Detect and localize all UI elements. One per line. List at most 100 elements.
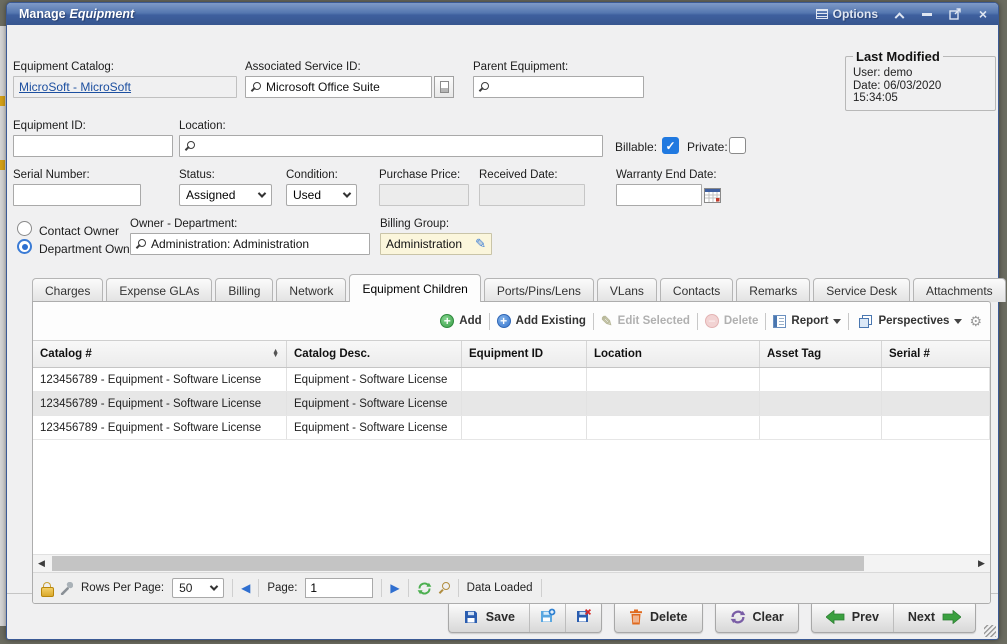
add-existing-button[interactable]: + Add Existing <box>497 314 586 328</box>
tab-equipment-children[interactable]: Equipment Children <box>349 274 480 302</box>
cell-location <box>587 368 760 391</box>
received-date-field <box>479 184 585 206</box>
serial-number-label: Serial Number: <box>13 169 90 181</box>
scrollbar-thumb[interactable] <box>52 556 864 571</box>
delete-row-button[interactable]: − Delete <box>705 314 759 328</box>
cell-location <box>587 392 760 415</box>
status-label: Status: <box>179 169 215 181</box>
chevron-down-icon <box>210 582 218 590</box>
column-header-catalog-desc[interactable]: Catalog Desc. <box>287 341 462 367</box>
delete-button[interactable]: Delete <box>615 602 702 632</box>
rows-per-page-select[interactable]: 50 <box>172 578 224 598</box>
column-header-serial[interactable]: Serial # <box>882 341 990 367</box>
cell-location <box>587 416 760 439</box>
tab-contacts[interactable]: Contacts <box>660 278 733 302</box>
column-header-catalog[interactable]: Catalog # ▲▼ <box>33 341 287 367</box>
scrollbar-track[interactable] <box>50 555 973 572</box>
equipment-id-field[interactable] <box>13 135 173 157</box>
close-button[interactable]: × <box>976 7 990 21</box>
edit-pencil-icon[interactable]: ✎ <box>475 236 486 252</box>
condition-select[interactable]: Used <box>286 184 357 206</box>
add-button[interactable]: + Add <box>440 314 481 328</box>
toolbar-separator <box>697 313 698 330</box>
save-button[interactable]: Save <box>449 602 529 632</box>
contact-owner-radio[interactable] <box>17 221 32 236</box>
resize-grip[interactable] <box>984 625 996 637</box>
tab-service-desk[interactable]: Service Desk <box>813 278 910 302</box>
location-label: Location: <box>179 120 226 132</box>
save-and-close-button[interactable] <box>565 602 601 632</box>
grid-status-text: Data Loaded <box>467 582 533 594</box>
options-label: Options <box>833 7 878 21</box>
tab-vlans[interactable]: VLans <box>597 278 657 302</box>
column-header-location[interactable]: Location <box>587 341 760 367</box>
grid-footer: Rows Per Page: 50 ◀ Page: ▶ <box>33 572 990 603</box>
owner-department-field[interactable]: Administration: Administration <box>130 233 370 255</box>
contact-owner-label: Contact Owner <box>39 224 119 238</box>
perspectives-button[interactable]: Perspectives <box>856 315 962 328</box>
tab-billing[interactable]: Billing <box>215 278 273 302</box>
tab-attachments[interactable]: Attachments <box>913 278 1006 302</box>
parent-equipment-field[interactable] <box>473 76 644 98</box>
options-button[interactable]: Options <box>816 7 878 21</box>
page-input[interactable] <box>305 578 373 598</box>
owner-department-value: Administration: Administration <box>151 237 309 251</box>
status-select[interactable]: Assigned <box>179 184 272 206</box>
grid-empty-area <box>33 440 990 554</box>
private-checkbox[interactable] <box>729 137 746 154</box>
service-id-details-button[interactable] <box>434 76 454 98</box>
calendar-icon <box>704 187 721 203</box>
calendar-button[interactable] <box>704 187 721 203</box>
table-row[interactable]: 123456789 - Equipment - Software License… <box>33 392 990 416</box>
location-field[interactable] <box>179 135 603 157</box>
wrench-icon[interactable] <box>60 582 73 595</box>
search-grid-icon[interactable] <box>440 582 450 595</box>
column-header-asset-tag[interactable]: Asset Tag <box>760 341 882 367</box>
tab-expense-glas[interactable]: Expense GLAs <box>106 278 212 302</box>
warranty-end-date-label: Warranty End Date: <box>616 169 717 181</box>
column-header-equipment-id[interactable]: Equipment ID <box>462 341 587 367</box>
warranty-end-date-field[interactable] <box>616 184 702 206</box>
titlebar[interactable]: ManageEquipment Options × <box>7 3 998 25</box>
lock-icon[interactable] <box>41 582 52 595</box>
manage-equipment-window: ManageEquipment Options × Equipment Cata… <box>6 2 999 640</box>
tab-network[interactable]: Network <box>276 278 346 302</box>
report-button[interactable]: Report <box>773 315 841 328</box>
gear-icon[interactable]: ⚙ <box>969 314 982 328</box>
tab-charges[interactable]: Charges <box>32 278 103 302</box>
table-row[interactable]: 123456789 - Equipment - Software License… <box>33 368 990 392</box>
equipment-catalog-link[interactable]: MicroSoft - MicroSoft <box>19 80 131 94</box>
search-icon <box>185 141 195 152</box>
serial-number-field[interactable] <box>13 184 141 206</box>
associated-service-id-field[interactable]: Microsoft Office Suite <box>245 76 432 98</box>
clear-button[interactable]: Clear <box>716 602 798 632</box>
table-row[interactable]: 123456789 - Equipment - Software License… <box>33 416 990 440</box>
billable-checkbox[interactable] <box>662 137 679 154</box>
refresh-icon[interactable] <box>417 581 432 596</box>
chevron-up-icon <box>894 12 904 22</box>
edit-selected-button[interactable]: ✎ Edit Selected <box>601 313 690 330</box>
billable-label: Billable: <box>615 140 657 154</box>
next-button[interactable]: Next <box>893 602 975 632</box>
report-icon <box>773 315 786 328</box>
save-and-new-button[interactable] <box>529 602 565 632</box>
prev-button[interactable]: Prev <box>812 602 893 632</box>
last-modified-date: Date: 06/03/2020 15:34:05 <box>853 80 988 104</box>
cell-catalog-desc: Equipment - Software License <box>287 368 462 391</box>
condition-value: Used <box>293 188 321 202</box>
toolbar-separator <box>848 313 849 330</box>
minimize-icon <box>922 13 932 16</box>
tab-ports-pins-lens[interactable]: Ports/Pins/Lens <box>484 278 594 302</box>
popout-button[interactable] <box>948 7 962 21</box>
window-title: ManageEquipment <box>19 7 134 21</box>
remove-icon: − <box>705 314 719 328</box>
scroll-right-arrow[interactable]: ▶ <box>973 555 990 572</box>
background-fleck <box>0 160 5 170</box>
department-owner-radio[interactable] <box>17 239 32 254</box>
minimize-button[interactable] <box>920 7 934 21</box>
scroll-left-arrow[interactable]: ◀ <box>33 555 50 572</box>
collapse-button[interactable] <box>892 7 906 21</box>
next-page-arrow[interactable]: ▶ <box>390 581 399 595</box>
tab-remarks[interactable]: Remarks <box>736 278 810 302</box>
prev-page-arrow[interactable]: ◀ <box>241 581 250 595</box>
